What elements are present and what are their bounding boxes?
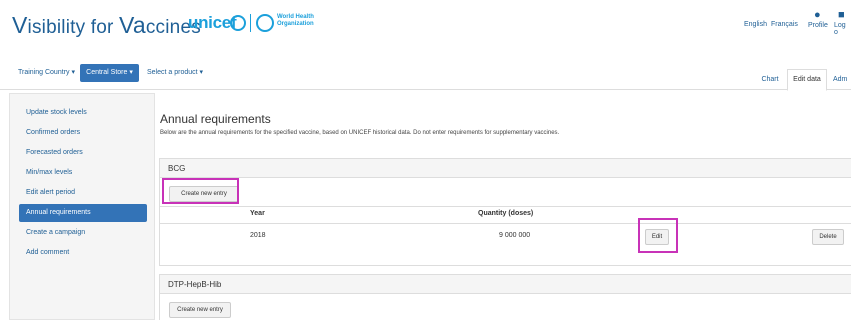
tab-admin[interactable]: Adm bbox=[829, 70, 851, 90]
table-divider bbox=[160, 206, 851, 207]
cell-quantity: 9 000 000 bbox=[499, 232, 531, 239]
table-divider bbox=[160, 223, 851, 224]
panel-heading: BCG bbox=[160, 159, 851, 178]
page-title: Annual requirements bbox=[160, 112, 271, 126]
sidebar: Update stock levels Confirmed orders For… bbox=[9, 93, 155, 320]
highlight-create-entry bbox=[162, 178, 239, 204]
sidebar-item-forecasted-orders[interactable]: Forecasted orders bbox=[19, 144, 147, 162]
column-header-quantity: Quantity (doses) bbox=[478, 210, 534, 217]
tab-edit-data[interactable]: Edit data bbox=[787, 69, 827, 91]
caret-down-icon: ▾ bbox=[199, 69, 204, 76]
delete-button[interactable]: Delete bbox=[812, 229, 844, 245]
highlight-edit bbox=[638, 218, 678, 253]
unicef-globe-icon bbox=[230, 15, 246, 31]
sidebar-item-update-stock-levels[interactable]: Update stock levels bbox=[19, 104, 147, 122]
brand-text-1: isibility for bbox=[27, 17, 120, 38]
country-label: Training Country bbox=[18, 69, 70, 76]
sidebar-item-confirmed-orders[interactable]: Confirmed orders bbox=[19, 124, 147, 142]
sidebar-item-annual-requirements[interactable]: Annual requirements bbox=[19, 204, 147, 222]
product-label: Select a product bbox=[147, 69, 198, 76]
cell-year: 2018 bbox=[250, 232, 266, 239]
country-dropdown[interactable]: Training Country ▾ bbox=[18, 68, 75, 76]
caret-down-icon: ▾ bbox=[71, 69, 75, 76]
vaccine-panel-dtp-hepb-hib: DTP-HepB-Hib Create new entry bbox=[159, 274, 851, 320]
app-brand[interactable]: Visibility for Vaccines bbox=[12, 12, 201, 39]
vaccine-panel-bcg: BCG Create new entry Year Quantity (dose… bbox=[159, 158, 851, 266]
lang-francais[interactable]: Français bbox=[771, 21, 798, 28]
caret-down-icon: ▾ bbox=[129, 69, 133, 76]
sidebar-item-add-comment[interactable]: Add comment bbox=[19, 244, 147, 262]
sidebar-item-minmax-levels[interactable]: Min/max levels bbox=[19, 164, 147, 182]
product-dropdown[interactable]: Select a product ▾ bbox=[147, 68, 203, 76]
page-description: Below are the annual requirements for th… bbox=[160, 130, 560, 136]
sidebar-item-create-campaign[interactable]: Create a campaign bbox=[19, 224, 147, 242]
panel-heading: DTP-HepB-Hib bbox=[160, 275, 851, 294]
logout-link[interactable]: Log o bbox=[834, 22, 851, 36]
brand-letter-v: V bbox=[12, 12, 28, 38]
logo-divider bbox=[250, 14, 251, 32]
brand-letter-va: Va bbox=[119, 12, 146, 38]
store-label: Central Store bbox=[86, 69, 128, 76]
column-header-year: Year bbox=[250, 210, 265, 217]
lang-english[interactable]: English bbox=[744, 21, 767, 28]
user-icon[interactable]: ● bbox=[814, 9, 821, 21]
profile-link[interactable]: Profile bbox=[808, 22, 828, 29]
create-new-entry-button[interactable]: Create new entry bbox=[169, 302, 231, 318]
who-logo-text: World Health Organization bbox=[277, 14, 314, 27]
lock-icon[interactable]: ■ bbox=[838, 9, 845, 21]
store-dropdown[interactable]: Central Store ▾ bbox=[80, 64, 139, 82]
who-emblem-icon bbox=[256, 14, 274, 32]
app-header: Visibility for Vaccines unicef World Hea… bbox=[0, 0, 851, 48]
tab-chart[interactable]: Chart bbox=[754, 70, 786, 90]
sidebar-item-edit-alert-period[interactable]: Edit alert period bbox=[19, 184, 147, 202]
context-nav: Training Country ▾ Central Store ▾ Selec… bbox=[0, 60, 851, 91]
